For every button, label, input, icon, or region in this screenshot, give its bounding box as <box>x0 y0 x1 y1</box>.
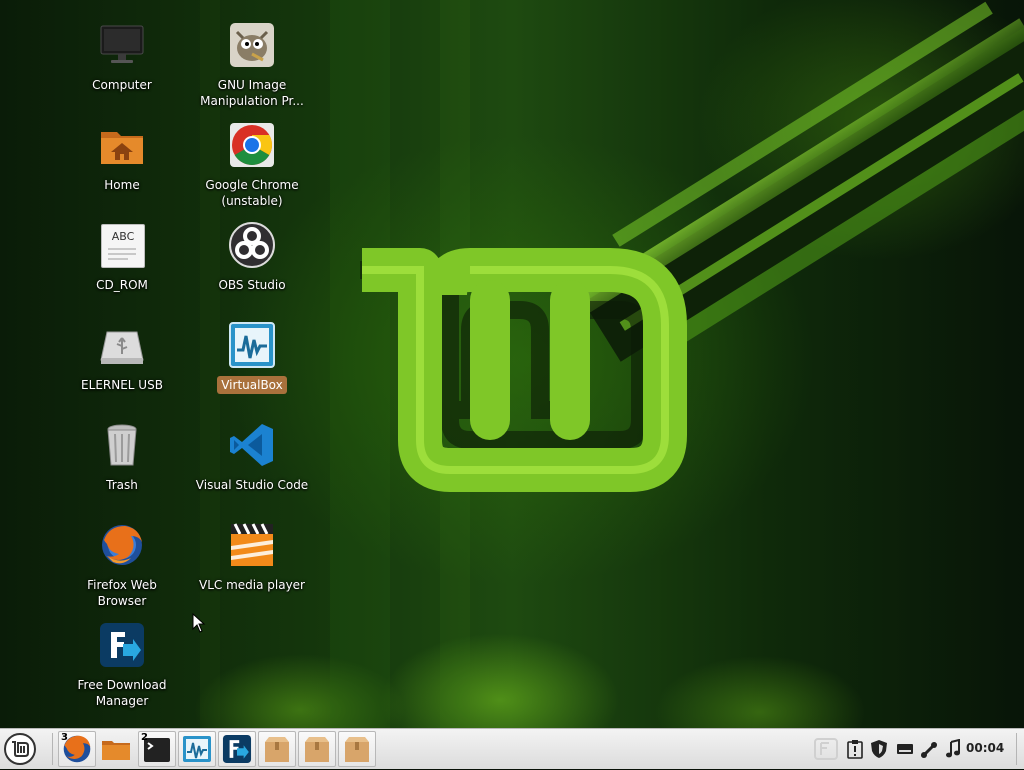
desktop-icon-label: VirtualBox <box>217 376 287 394</box>
desktop-icon-label: Firefox Web Browser <box>87 578 157 608</box>
window-count-badge: 3 <box>61 732 68 743</box>
desktop-icon-cdrom[interactable]: ABC CD_ROM <box>57 222 187 294</box>
folder-icon <box>102 741 130 760</box>
desktop-icon-label: Computer <box>92 78 152 92</box>
desktop-icon-vlc[interactable]: VLC media player <box>187 522 317 594</box>
trash-icon <box>99 422 145 468</box>
desktop-icon-fdm[interactable]: Free Download Manager <box>57 622 187 710</box>
taskbar-terminal[interactable]: 2 <box>138 731 176 767</box>
window-count-badge: 2 <box>141 732 148 743</box>
virtualbox-icon <box>229 322 275 368</box>
package-icon <box>345 737 369 762</box>
desktop-icon-label: GNU Image Manipulation Pr... <box>200 78 304 108</box>
gimp-icon <box>229 22 275 68</box>
update-manager-icon <box>847 740 863 759</box>
tray-keyboard[interactable] <box>896 739 914 759</box>
tray-update-manager[interactable] <box>846 739 864 759</box>
mint-logo-icon <box>4 733 36 765</box>
desktop-icon-label: ELERNEL USB <box>81 378 163 392</box>
desktop-icon-virtualbox[interactable]: VirtualBox <box>187 322 317 394</box>
package-icon <box>305 737 329 762</box>
package-icon <box>265 737 289 762</box>
desktop-icon-gimp[interactable]: GNU Image Manipulation Pr... <box>187 22 317 110</box>
free-download-manager-tray-icon <box>814 738 838 760</box>
tray-fdm[interactable] <box>814 737 840 761</box>
free-download-manager-icon <box>99 622 145 668</box>
computer-icon <box>99 22 145 68</box>
taskbar-files[interactable] <box>98 731 136 767</box>
taskbar-virtualbox[interactable] <box>178 731 216 767</box>
menu-button[interactable] <box>3 732 37 766</box>
desktop-icon-label: OBS Studio <box>218 278 286 292</box>
desktop-icon-label: Trash <box>106 478 138 492</box>
desktop[interactable]: Computer Home ABC CD_ROM ELERNEL USB Tra… <box>0 0 1024 728</box>
taskbar-package-window-2[interactable] <box>298 731 336 767</box>
desktop-icon-label: Home <box>104 178 140 192</box>
desktop-icon-label: Visual Studio Code <box>195 478 309 492</box>
desktop-icon-vscode[interactable]: Visual Studio Code <box>187 422 317 494</box>
usb-drive-icon <box>99 322 145 368</box>
free-download-manager-icon <box>222 734 252 764</box>
keyboard-icon <box>897 744 913 754</box>
desktop-icon-chrome[interactable]: Google Chrome (unstable) <box>187 122 317 210</box>
desktop-icon-label: Free Download Manager <box>77 678 167 708</box>
desktop-icon-label: VLC media player <box>198 578 305 592</box>
show-desktop-button[interactable] <box>1016 733 1023 765</box>
tray-shield[interactable] <box>870 739 888 759</box>
clock[interactable]: 00:04 <box>966 741 1004 755</box>
desktop-icon-label: Google Chrome (unstable) <box>205 178 299 208</box>
document-icon-glyph: ABC <box>111 230 135 243</box>
desktop-icon-trash[interactable]: Trash <box>57 422 187 494</box>
desktop-icon-obs[interactable]: OBS Studio <box>187 222 317 294</box>
desktop-icon-firefox[interactable]: Firefox Web Browser <box>57 522 187 610</box>
chrome-icon <box>229 122 275 168</box>
network-icon <box>920 741 938 759</box>
home-folder-icon <box>99 122 145 168</box>
document-icon: ABC <box>99 222 145 268</box>
tray-sound[interactable] <box>944 738 962 759</box>
virtualbox-icon <box>183 736 211 762</box>
vlc-icon <box>229 522 275 568</box>
desktop-icon-label: CD_ROM <box>96 278 148 292</box>
firefox-icon <box>99 522 145 568</box>
tray-network[interactable] <box>920 739 938 759</box>
shield-icon <box>871 740 887 758</box>
obs-studio-icon <box>229 222 275 268</box>
mouse-cursor-icon <box>192 612 206 637</box>
taskbar-free-download-manager[interactable] <box>218 731 256 767</box>
desktop-icon-usb[interactable]: ELERNEL USB <box>57 322 187 394</box>
taskbar-package-window-1[interactable] <box>258 731 296 767</box>
taskbar-firefox[interactable]: 3 <box>58 731 96 767</box>
desktop-icon-computer[interactable]: Computer <box>57 22 187 94</box>
taskbar-package-window-3[interactable] <box>338 731 376 767</box>
desktop-icon-home[interactable]: Home <box>57 122 187 194</box>
music-note-icon <box>946 738 960 758</box>
taskbar-panel: 3 2 00:04 <box>0 728 1024 769</box>
vscode-icon <box>229 422 275 468</box>
